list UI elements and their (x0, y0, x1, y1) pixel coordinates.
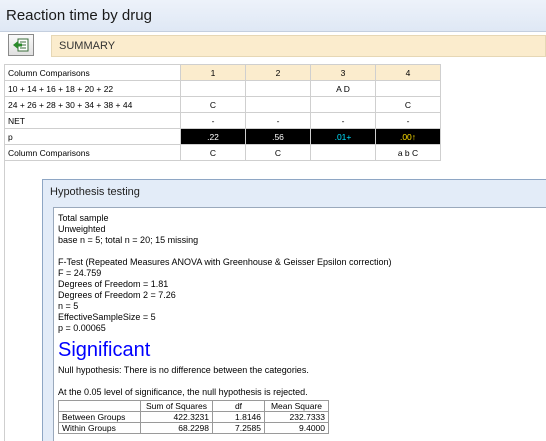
dialog-title: Hypothesis testing (50, 186, 140, 198)
table-cell (375, 80, 441, 97)
report-line: Degrees of Freedom 2 = 7.26 (58, 290, 176, 300)
toolbar: SUMMARY (0, 32, 546, 60)
table-cell (245, 96, 311, 113)
anova-cell: 68.2298 (140, 422, 213, 434)
crosstab-table: Column Comparisons 1 2 3 4 10 + 14 + 16 … (4, 64, 441, 161)
crosstab-row: 24 + 26 + 28 + 30 + 34 + 38 + 44 C C (4, 96, 441, 113)
table-cell (180, 80, 246, 97)
dialog-content[interactable]: Total sample Unweighted base n = 5; tota… (53, 207, 546, 441)
p-value-cell: .01+ (310, 128, 376, 145)
table-cell: a b C (375, 144, 441, 161)
null-hypothesis-text: Null hypothesis: There is no difference … (58, 365, 309, 375)
table-edge (4, 160, 5, 441)
report-line: p = 0.00065 (58, 323, 106, 333)
window-title: Reaction time by drug (6, 7, 152, 24)
hypothesis-testing-dialog[interactable]: Hypothesis testing Total sample Unweight… (42, 179, 546, 441)
column-header-4[interactable]: 4 (375, 64, 441, 81)
anova-cell: 9.4000 (264, 422, 329, 434)
table-cell (310, 144, 376, 161)
report-line: Total sample (58, 213, 109, 223)
crosstab-header-row: Column Comparisons 1 2 3 4 (4, 64, 441, 81)
table-cell (245, 80, 311, 97)
report-line: base n = 5; total n = 20; 15 missing (58, 235, 199, 245)
export-button[interactable] (8, 34, 34, 56)
column-header-2[interactable]: 2 (245, 64, 311, 81)
p-value: .00 (399, 131, 412, 142)
significance-arrow-icon: ↑ (411, 131, 417, 142)
p-value-cell: .56 (245, 128, 311, 145)
p-value-cell: .22 (180, 128, 246, 145)
table-cell: - (180, 112, 246, 129)
column-header-3[interactable]: 3 (310, 64, 376, 81)
anova-cell: 422.3231 (140, 411, 213, 423)
table-cell: - (245, 112, 311, 129)
table-cell: C (180, 144, 246, 161)
p-value-row: p .22 .56 .01+ .00↑ (4, 128, 441, 145)
anova-row-label: Within Groups (58, 422, 141, 434)
table-cell: A D (310, 80, 376, 97)
row-label[interactable]: 24 + 26 + 28 + 30 + 34 + 38 + 44 (4, 96, 181, 113)
export-icon (13, 38, 29, 52)
anova-cell: 1.8146 (212, 411, 265, 423)
table-cell: - (375, 112, 441, 129)
table-cell (310, 96, 376, 113)
p-value: .01 (334, 131, 347, 142)
report-line: F = 24.759 (58, 268, 102, 278)
p-row-label[interactable]: p (4, 128, 181, 145)
crosstab-row: 10 + 14 + 16 + 18 + 20 + 22 A D (4, 80, 441, 97)
report-line: EffectiveSampleSize = 5 (58, 312, 156, 322)
anova-cell: 232.7333 (264, 411, 329, 423)
anova-cell: 7.2585 (212, 422, 265, 434)
hypothesis-report: Total sample Unweighted base n = 5; tota… (58, 213, 391, 434)
anova-header-row: Sum of Squares df Mean Square (58, 400, 329, 412)
footer-label[interactable]: Column Comparisons (4, 144, 181, 161)
window-title-bar: Reaction time by drug (0, 0, 546, 32)
table-cell: - (310, 112, 376, 129)
row-label[interactable]: 10 + 14 + 16 + 18 + 20 + 22 (4, 80, 181, 97)
anova-row-label: Between Groups (58, 411, 141, 423)
conclusion-text: At the 0.05 level of significance, the n… (58, 387, 308, 397)
header-label[interactable]: Column Comparisons (4, 64, 181, 81)
p-value: .22 (207, 131, 219, 142)
column-header-1[interactable]: 1 (180, 64, 246, 81)
table-cell: C (245, 144, 311, 161)
anova-row: Between Groups 422.3231 1.8146 232.7333 (58, 411, 329, 423)
significance-result: Significant (58, 339, 151, 361)
anova-table: Sum of Squares df Mean Square Between Gr… (58, 400, 329, 434)
anova-row: Within Groups 68.2298 7.2585 9.4000 (58, 422, 329, 434)
crosstab-row: NET - - - - (4, 112, 441, 129)
report-line: F-Test (Repeated Measures ANOVA with Gre… (58, 257, 392, 267)
anova-header-cell (58, 400, 141, 412)
crosstab-footer-row: Column Comparisons C C a b C (4, 144, 441, 161)
row-label[interactable]: NET (4, 112, 181, 129)
report-line: Unweighted (58, 224, 106, 234)
anova-header-cell: Sum of Squares (140, 400, 213, 412)
report-line: Degrees of Freedom = 1.81 (58, 279, 169, 289)
p-value: .56 (272, 131, 284, 142)
report-line: n = 5 (58, 301, 79, 311)
p-value-cell: .00↑ (375, 128, 441, 145)
anova-header-cell: df (212, 400, 265, 412)
table-cell: C (375, 96, 441, 113)
anova-header-cell: Mean Square (264, 400, 329, 412)
summary-label[interactable]: SUMMARY (51, 35, 546, 57)
significance-marker-icon: + (346, 131, 352, 142)
table-cell: C (180, 96, 246, 113)
